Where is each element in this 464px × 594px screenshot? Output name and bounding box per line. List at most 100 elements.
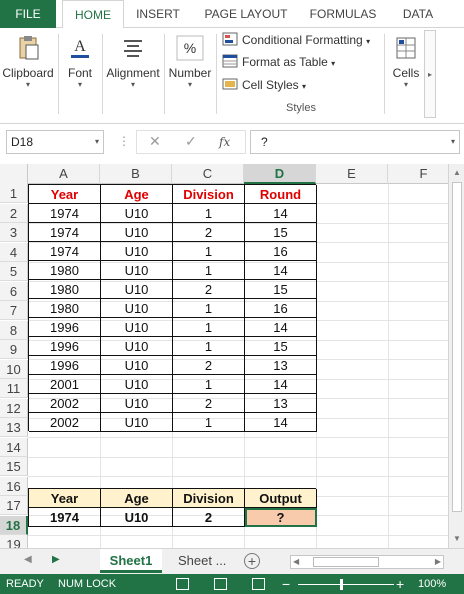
table-cell[interactable]: 1996 <box>29 318 101 337</box>
table-cell[interactable]: U10 <box>101 261 173 280</box>
chevron-down-icon[interactable]: ▾ <box>95 131 99 153</box>
header-year[interactable]: Year <box>29 185 101 204</box>
horizontal-scroll-thumb[interactable] <box>313 557 379 567</box>
lookup-age-value[interactable]: U10 <box>101 508 173 527</box>
row-header[interactable]: 5 <box>0 262 28 281</box>
table-cell[interactable]: U10 <box>101 337 173 356</box>
number-group[interactable]: % Number ▾ <box>166 28 214 124</box>
table-cell[interactable]: 13 <box>245 394 317 413</box>
enter-icon[interactable]: ✓ <box>185 133 197 150</box>
table-cell[interactable]: U10 <box>101 204 173 223</box>
tab-page-layout[interactable]: PAGE LAYOUT <box>196 0 296 28</box>
row-header[interactable]: 4 <box>0 242 28 262</box>
row-header[interactable]: 3 <box>0 223 28 242</box>
table-cell[interactable]: 1980 <box>29 299 101 318</box>
cell-styles-button[interactable]: Cell Styles ▾ <box>222 75 306 95</box>
table-cell[interactable]: 2 <box>173 223 245 242</box>
header-round[interactable]: Round <box>245 185 317 204</box>
table-cell[interactable]: U10 <box>101 242 173 261</box>
clipboard-group[interactable]: Clipboard ▾ <box>0 28 56 124</box>
row-header[interactable]: 15 <box>0 457 28 476</box>
page-layout-view-icon[interactable] <box>214 578 227 590</box>
row-header[interactable]: 10 <box>0 359 28 379</box>
lookup-year-value[interactable]: 1974 <box>29 508 101 527</box>
cells-group[interactable]: Cells ▾ <box>388 28 424 124</box>
table-cell[interactable]: 1974 <box>29 242 101 261</box>
row-header[interactable]: 12 <box>0 398 28 418</box>
table-cell[interactable]: 1974 <box>29 204 101 223</box>
column-header-d[interactable]: D <box>244 164 316 184</box>
zoom-level[interactable]: 100% <box>418 574 446 594</box>
lookup-header-age[interactable]: Age <box>101 489 173 508</box>
tab-insert[interactable]: INSERT <box>130 0 186 28</box>
table-cell[interactable]: 2002 <box>29 394 101 413</box>
table-cell[interactable]: 16 <box>245 299 317 318</box>
conditional-formatting-button[interactable]: Conditional Formatting ▾ <box>222 30 370 50</box>
table-cell[interactable]: U10 <box>101 223 173 242</box>
column-header-b[interactable]: B <box>100 164 172 184</box>
table-cell[interactable]: 2 <box>173 280 245 299</box>
row-header[interactable]: 1 <box>0 184 28 203</box>
table-cell[interactable]: U10 <box>101 356 173 375</box>
column-header-a[interactable]: A <box>28 164 100 184</box>
lookup-header-year[interactable]: Year <box>29 489 101 508</box>
scroll-left-icon[interactable]: ◀ <box>293 556 299 568</box>
row-header[interactable]: 14 <box>0 437 28 457</box>
table-cell[interactable]: 13 <box>245 356 317 375</box>
table-cell[interactable]: 15 <box>245 280 317 299</box>
scroll-down-icon[interactable]: ▼ <box>449 532 464 546</box>
row-header[interactable]: 11 <box>0 379 28 398</box>
table-cell[interactable]: 15 <box>245 337 317 356</box>
table-cell[interactable]: 1 <box>173 299 245 318</box>
table-cell[interactable]: U10 <box>101 413 173 432</box>
row-header[interactable]: 6 <box>0 281 28 301</box>
table-cell[interactable]: 1980 <box>29 261 101 280</box>
lookup-division-value[interactable]: 2 <box>173 508 245 527</box>
table-cell[interactable]: 1996 <box>29 337 101 356</box>
table-cell[interactable]: 1 <box>173 375 245 394</box>
table-cell[interactable]: 1 <box>173 242 245 261</box>
vertical-scrollbar[interactable]: ▲ ▼ <box>448 164 464 548</box>
table-cell[interactable]: 14 <box>245 375 317 394</box>
sheet-tab-sheet1[interactable]: Sheet1 <box>100 549 162 573</box>
table-cell[interactable]: 1974 <box>29 223 101 242</box>
table-cell[interactable]: 1980 <box>29 280 101 299</box>
normal-view-icon[interactable] <box>176 578 189 590</box>
table-cell[interactable]: 14 <box>245 204 317 223</box>
zoom-slider-thumb[interactable] <box>340 579 343 590</box>
chevron-down-icon[interactable]: ▾ <box>451 131 455 153</box>
table-cell[interactable]: 1 <box>173 413 245 432</box>
formula-input[interactable]: ? ▾ <box>250 130 460 154</box>
tab-file[interactable]: FILE <box>0 0 56 28</box>
table-cell[interactable]: 2 <box>173 356 245 375</box>
row-header[interactable]: 8 <box>0 320 28 340</box>
table-cell[interactable]: 2002 <box>29 413 101 432</box>
table-cell[interactable]: 1 <box>173 204 245 223</box>
row-header[interactable]: 9 <box>0 340 28 359</box>
table-cell[interactable]: 16 <box>245 242 317 261</box>
table-cell[interactable]: U10 <box>101 318 173 337</box>
horizontal-scrollbar[interactable]: ◀ ▶ <box>290 555 444 569</box>
font-group[interactable]: A Font ▾ <box>60 28 100 124</box>
zoom-out-button[interactable]: − <box>282 574 290 594</box>
row-header[interactable]: 2 <box>0 203 28 223</box>
name-box[interactable]: D18 ▾ <box>6 130 104 154</box>
scroll-up-icon[interactable]: ▲ <box>449 166 464 180</box>
vertical-scroll-thumb[interactable] <box>452 182 462 512</box>
table-cell[interactable]: 1 <box>173 261 245 280</box>
sheet-tab-more[interactable]: Sheet ... <box>168 549 238 573</box>
format-as-table-button[interactable]: Format as Table ▾ <box>222 52 335 72</box>
table-cell[interactable]: 1 <box>173 318 245 337</box>
table-cell[interactable]: 2 <box>173 394 245 413</box>
cancel-icon[interactable]: ✕ <box>149 133 161 150</box>
table-cell[interactable]: U10 <box>101 280 173 299</box>
table-cell[interactable]: 2001 <box>29 375 101 394</box>
ribbon-scroll-right-button[interactable]: ▸ <box>424 30 436 118</box>
table-cell[interactable]: 14 <box>245 318 317 337</box>
header-age[interactable]: Age <box>101 185 173 204</box>
table-cell[interactable]: 15 <box>245 223 317 242</box>
insert-function-icon[interactable]: fx <box>219 135 230 149</box>
next-sheet-icon[interactable]: ▶ <box>52 554 60 565</box>
table-cell[interactable]: U10 <box>101 299 173 318</box>
worksheet-grid[interactable]: A B C D E F 1 2 3 4 5 6 7 8 9 10 11 12 13 14 15 16 17 18 1… <box>0 164 448 548</box>
